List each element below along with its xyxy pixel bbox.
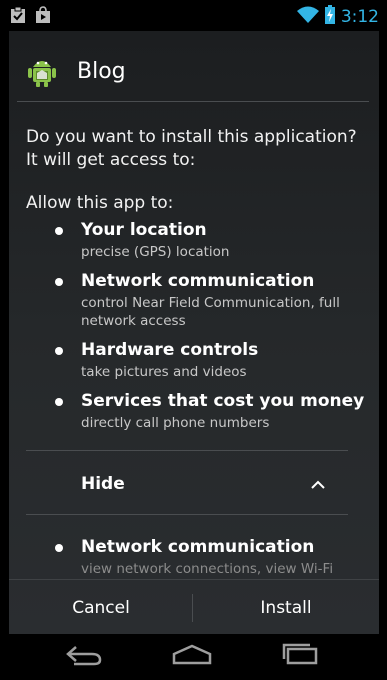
status-bar: 3:12	[0, 0, 387, 31]
title-divider	[17, 101, 369, 102]
permission-title: Network communication	[81, 271, 315, 291]
dialog-title-row: Blog	[9, 31, 379, 103]
hide-label: Hide	[81, 474, 125, 494]
home-icon[interactable]	[172, 643, 212, 671]
status-clock: 3:12	[340, 6, 379, 27]
dialog-button-bar: Cancel Install	[9, 579, 379, 634]
permission-title: Hardware controls	[81, 340, 259, 360]
install-button[interactable]: Install	[194, 580, 378, 634]
permission-title: Your location	[81, 220, 207, 240]
install-dialog: Blog Do you want to install this applica…	[9, 31, 379, 634]
chevron-up-icon	[310, 475, 326, 494]
dialog-title: Blog	[77, 59, 126, 84]
permission-description: take pictures and videos	[81, 364, 247, 380]
navigation-bar	[0, 634, 387, 680]
bullet-icon	[55, 544, 63, 552]
recent-apps-icon[interactable]	[280, 643, 320, 671]
permission-description: directly call phone numbers	[81, 415, 270, 431]
back-icon[interactable]	[64, 643, 104, 671]
permission-title: Services that cost you money	[81, 391, 365, 411]
bullet-icon	[55, 398, 63, 406]
android-robot-icon	[25, 55, 59, 91]
cancel-button[interactable]: Cancel	[9, 580, 193, 634]
install-question: Do you want to install this application?…	[26, 127, 357, 170]
permission-description: view network connections, view Wi-Fi	[81, 561, 334, 577]
allow-heading: Allow this app to:	[26, 193, 174, 213]
bullet-icon	[55, 227, 63, 235]
bullet-icon	[55, 347, 63, 355]
shopping-bag-icon	[35, 6, 51, 28]
permission-description: precise (GPS) location	[81, 244, 230, 260]
clipboard-check-icon	[10, 6, 26, 28]
hide-toggle[interactable]: Hide	[9, 451, 379, 513]
button-divider	[192, 594, 193, 622]
hide-bottom-divider	[26, 514, 348, 515]
wifi-icon	[296, 6, 319, 27]
permission-title: Network communication	[81, 537, 315, 557]
bullet-icon	[55, 278, 63, 286]
permission-description: control Near Field Communication, full n…	[81, 295, 340, 329]
battery-charging-icon	[324, 5, 335, 28]
